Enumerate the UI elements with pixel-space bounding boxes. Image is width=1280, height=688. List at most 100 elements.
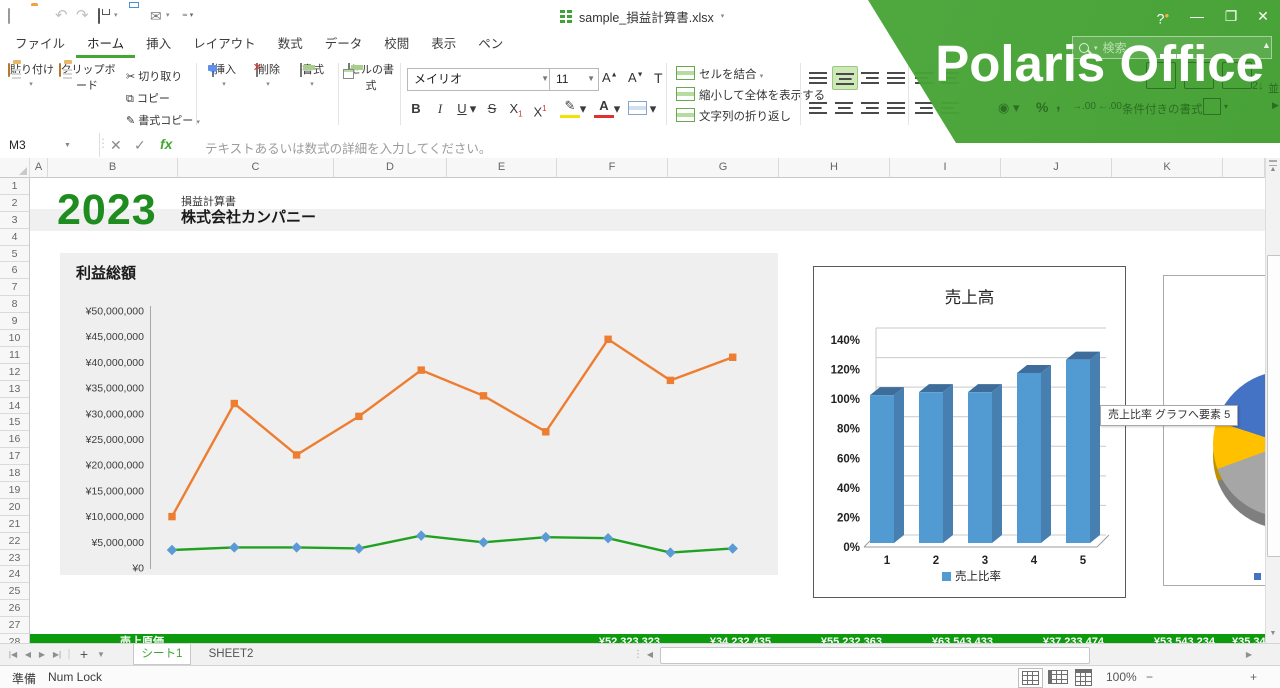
data-point[interactable] [354,543,364,553]
row-header-18[interactable]: 18 [0,465,29,482]
function-icon[interactable]: fx [160,136,172,152]
underline-dropdown-icon[interactable]: ▾ [468,98,478,120]
shrink-to-fit-button[interactable]: 縮小して全体を表示する [676,87,825,103]
sheet-tab-シート1[interactable]: シート1 [133,644,191,665]
bar-chart[interactable]: 売上高 0%20%40%60%80%100%120%140%12345売上比率 [813,266,1126,598]
column-header-partial[interactable] [1223,158,1265,178]
row-header-6[interactable]: 6 [0,262,29,279]
data-point[interactable] [291,542,301,552]
fill-color-dropdown-icon[interactable]: ▾ [578,98,588,120]
sheet-area[interactable]: 2023 損益計算書 株式会社カンパニー 利益総額 ¥0¥5,000,000¥1… [0,178,1280,643]
superscript-button[interactable]: X1 [530,98,550,123]
justify-button[interactable] [884,96,908,118]
name-box-dropdown-icon[interactable]: ▼ [64,142,71,149]
copy-button[interactable]: ⧉ コピー [126,90,170,106]
hscroll-left-icon[interactable]: ◀ [644,644,656,666]
fill-color-button[interactable]: ✎ [560,98,580,118]
row-header-17[interactable]: 17 [0,448,29,465]
delete-cells-button[interactable]: ✕ 削除▾ [246,61,290,89]
menu-tab-挿入[interactable]: 挿入 [135,32,182,58]
row-header-9[interactable]: 9 [0,313,29,330]
pie-slices[interactable] [1213,371,1266,517]
data-point[interactable] [542,428,549,435]
row-header-12[interactable]: 12 [0,364,29,381]
data-point[interactable] [604,336,611,343]
close-icon[interactable]: ✕ [1252,6,1274,26]
increase-font-icon[interactable]: A▲ [602,70,618,85]
column-header-D[interactable]: D [334,158,447,178]
sort-label-partial[interactable]: 並 [1268,80,1279,96]
format-painter-button[interactable]: ✎ 書式コピー ▾ [126,112,200,128]
row-header-26[interactable]: 26 [0,600,29,617]
insert-cells-button[interactable]: + 挿入▾ [202,61,246,89]
data-point[interactable] [727,543,737,553]
next-sheet-icon[interactable]: ▶ [36,644,48,666]
row-header-13[interactable]: 13 [0,381,29,398]
data-point[interactable] [665,547,675,557]
conditional-format-button[interactable]: 条件付きの書式 [1122,101,1203,117]
table-row[interactable]: 売上原価¥52,323,323¥34,232,435¥55,232,363¥63… [30,634,1280,643]
bar-5[interactable] [1066,360,1090,543]
merge-cells-button[interactable]: セルを結合 ▾ [676,66,763,82]
new-document-icon[interactable] [8,6,10,26]
undo-icon[interactable]: ↶ [55,6,68,26]
bar-4[interactable] [1017,373,1041,543]
paste-button[interactable]: 貼り付け▾ [8,61,54,89]
data-point[interactable] [667,377,674,384]
align-center-button[interactable] [832,96,856,118]
row-header-20[interactable]: 20 [0,499,29,516]
align-middle-button[interactable] [832,66,858,90]
mail-icon[interactable]: ✉ [150,6,162,26]
font-color-button[interactable]: A [594,98,614,118]
data-point[interactable] [168,513,175,520]
font-size-select[interactable]: 11▼ [549,68,599,91]
data-point[interactable] [541,532,551,542]
first-sheet-icon[interactable]: |◀ [6,644,20,666]
mail-dropdown-icon[interactable]: ▾ [166,6,170,26]
menu-tab-データ[interactable]: データ [314,32,374,58]
subscript-button[interactable]: X1 [506,98,526,126]
save-icon[interactable] [98,6,100,26]
maximize-icon[interactable]: ❐ [1220,6,1242,26]
vertical-scroll-thumb[interactable] [1267,255,1280,557]
row-header-7[interactable]: 7 [0,279,29,296]
row-header-4[interactable]: 4 [0,229,29,246]
last-sheet-icon[interactable]: ▶| [50,644,64,666]
row-header-2[interactable]: 2 [0,195,29,212]
cut-button[interactable]: ✂ 切り取り [126,68,182,84]
scroll-up-icon[interactable]: ▲ [1266,166,1280,173]
bar-2[interactable] [919,392,943,543]
font-name-select[interactable]: メイリオ▼ [407,68,553,91]
column-header-F[interactable]: F [557,158,668,178]
help-icon[interactable]: ?● [1152,6,1174,29]
prev-sheet-icon[interactable]: ◀ [22,644,34,666]
align-right-button[interactable] [858,96,882,118]
pie-chart[interactable] [1163,275,1266,586]
row-header-21[interactable]: 21 [0,516,29,533]
row-header-11[interactable]: 11 [0,347,29,364]
line-chart[interactable]: 利益総額 ¥0¥5,000,000¥10,000,000¥15,000,000¥… [60,253,778,575]
row-header-22[interactable]: 22 [0,533,29,550]
bar-3[interactable] [968,392,992,543]
row-header-28[interactable]: 28 [0,634,29,643]
column-header-J[interactable]: J [1001,158,1112,178]
column-header-H[interactable]: H [779,158,890,178]
data-point[interactable] [167,545,177,555]
add-sheet-icon[interactable]: + [76,644,92,666]
vertical-scrollbar[interactable]: ▲ ▼ [1265,158,1280,643]
cancel-entry-icon[interactable]: ✕ [110,137,122,154]
row-value[interactable]: ¥34,232,435 [666,635,771,643]
scroll-down-icon[interactable]: ▼ [1266,630,1280,637]
data-point[interactable] [729,354,736,361]
data-point[interactable] [229,542,239,552]
zoom-in-button[interactable]: + [1250,670,1257,684]
data-point[interactable] [418,366,425,373]
increase-decimal-icon[interactable]: →.00 [1072,101,1096,112]
percent-style-icon[interactable]: % [1036,99,1048,115]
row-header-10[interactable]: 10 [0,330,29,347]
borders-dropdown-icon[interactable]: ▾ [648,98,658,120]
column-header-E[interactable]: E [447,158,557,178]
column-header-G[interactable]: G [668,158,779,178]
row-header-19[interactable]: 19 [0,482,29,499]
align-top-button[interactable] [806,66,830,88]
